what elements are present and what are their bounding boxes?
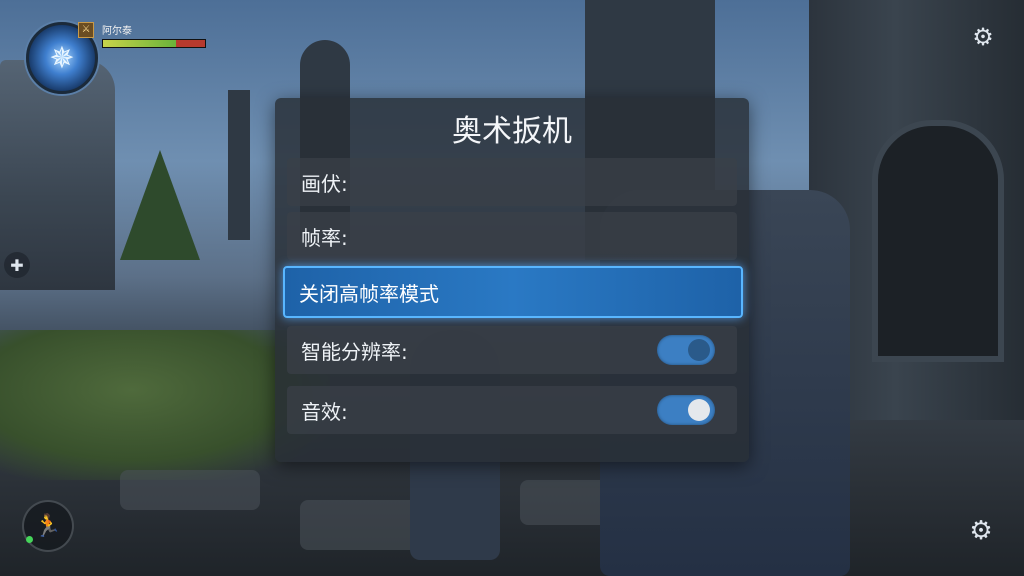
sword-badge-icon: ⚔ <box>78 22 94 38</box>
health-fill <box>103 40 177 47</box>
settings-panel: 奥术扳机 画伏: 帧率: 关闭高帧率模式 智能分辨率: 音效: <box>275 98 749 462</box>
sound-toggle[interactable] <box>657 395 715 425</box>
toggle-knob <box>688 339 710 361</box>
smart-resolution-toggle[interactable] <box>657 335 715 365</box>
wooden-door <box>872 120 1004 362</box>
toggle-knob <box>688 399 710 421</box>
setting-row-graphics[interactable]: 画伏: <box>287 158 737 206</box>
castle-tower <box>228 90 250 240</box>
health-missing <box>176 40 205 47</box>
setting-row-smart-resolution[interactable]: 智能分辨率: <box>287 326 737 374</box>
player-name: 阿尔泰 <box>102 26 132 37</box>
gear-icon[interactable]: ⚙ <box>964 514 998 548</box>
setting-row-framerate[interactable]: 帧率: <box>287 212 737 260</box>
ready-indicator <box>26 536 33 543</box>
setting-row-sound[interactable]: 音效: <box>287 386 737 434</box>
setting-label: 画伏: <box>301 171 348 196</box>
panel-title: 奥术扳机 <box>452 114 572 149</box>
runner-icon[interactable]: 🏃 <box>22 500 74 552</box>
setting-label: 智能分辨率: <box>301 339 408 364</box>
gear-icon[interactable]: ⚙ <box>968 22 998 52</box>
setting-label: 音效: <box>301 399 348 424</box>
setting-label: 关闭高帧率模式 <box>299 281 439 306</box>
setting-label: 帧率: <box>301 225 348 250</box>
health-bar <box>102 39 206 48</box>
plus-icon[interactable]: ✚ <box>4 252 30 278</box>
tree <box>120 150 200 260</box>
setting-option-high-framerate-off[interactable]: 关闭高帧率模式 <box>283 266 743 318</box>
paving-stone <box>120 470 260 510</box>
